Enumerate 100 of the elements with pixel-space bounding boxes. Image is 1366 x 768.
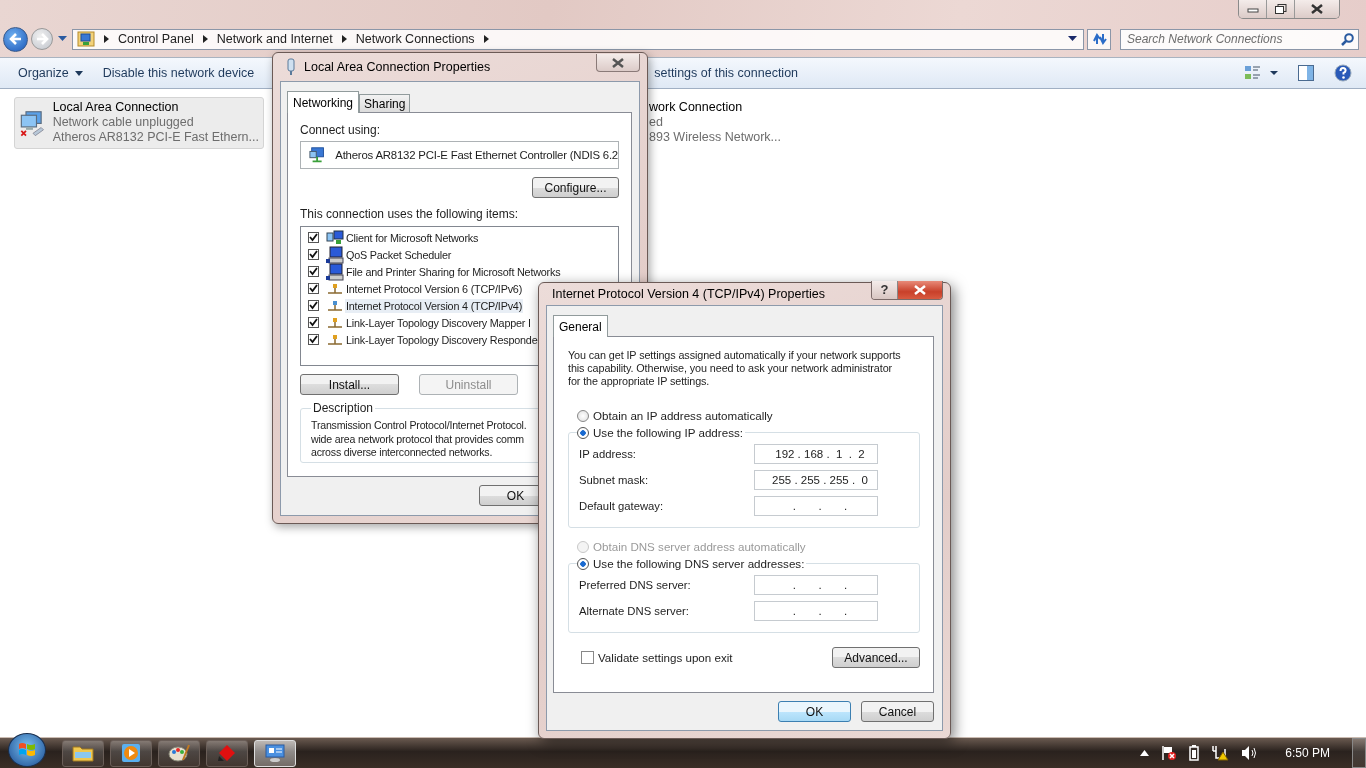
ip-address-field[interactable]: 192 . 168 . 1 . 2 — [754, 444, 878, 464]
forward-button[interactable] — [31, 28, 53, 50]
palette-icon — [168, 743, 190, 763]
dropdown-icon[interactable] — [1068, 36, 1077, 42]
list-item[interactable]: Link-Layer Topology Discovery Mapper I — [345, 315, 532, 330]
folder-icon — [72, 744, 94, 762]
arrow-left-icon — [8, 32, 23, 46]
toolbar-button[interactable]: settings of this connection — [654, 63, 809, 83]
adapter-name: Atheros AR8132 PCI-E Fast Ethern... — [52, 130, 259, 144]
checkbox[interactable] — [308, 317, 319, 328]
radio-button[interactable] — [577, 557, 589, 570]
close-icon — [912, 284, 928, 295]
preview-pane-icon[interactable] — [1298, 65, 1314, 81]
back-button[interactable] — [3, 26, 28, 52]
search-icon[interactable] — [1341, 32, 1354, 46]
ip-address-field[interactable]: . . . — [754, 601, 878, 621]
taskbar-button[interactable] — [62, 739, 104, 767]
checkbox[interactable] — [308, 266, 319, 277]
network-adapter-icon — [309, 146, 326, 164]
ip-address-field[interactable]: . . . — [754, 575, 878, 595]
computers-icon — [326, 229, 344, 246]
toolbar-button[interactable]: Disable this network device — [92, 63, 265, 83]
list-item[interactable]: Client for Microsoft Networks — [345, 230, 480, 245]
protocol-icon — [326, 333, 344, 346]
checkbox[interactable] — [308, 334, 319, 345]
breadcrumb-item[interactable]: Control Panel — [118, 32, 194, 46]
radio-button[interactable] — [577, 426, 589, 439]
configure-button[interactable]: Configure... — [532, 177, 619, 198]
refresh-icon — [1091, 32, 1107, 46]
connection-item[interactable]: Local Area Connection Network cable unplugged Atheros AR8132 PCI-E Fast Ethern... — [14, 97, 264, 149]
connection-name: Local Area Connection — [52, 100, 180, 114]
help-icon[interactable] — [1334, 64, 1352, 82]
organize-menu[interactable]: Organize — [8, 63, 93, 83]
history-dropdown-icon[interactable] — [58, 36, 67, 42]
minimize-icon — [1246, 5, 1259, 13]
list-item[interactable]: QoS Packet Scheduler — [345, 247, 453, 262]
radio-label[interactable]: Use the following IP address: — [593, 426, 743, 439]
battery-icon[interactable] — [1189, 745, 1200, 761]
radio-button[interactable] — [577, 409, 589, 422]
help-button[interactable]: ? — [872, 280, 898, 299]
arrow-right-icon — [35, 32, 49, 46]
ip-address-field[interactable]: . . . — [754, 496, 878, 516]
list-item[interactable]: Internet Protocol Version 4 (TCP/IPv4) — [345, 298, 524, 313]
dialog-title: Internet Protocol Version 4 (TCP/IPv4) Properties — [552, 287, 826, 301]
checkbox[interactable] — [308, 232, 319, 243]
checkbox[interactable] — [581, 651, 594, 664]
view-options-icon[interactable] — [1244, 65, 1278, 81]
protocol-icon — [326, 316, 344, 329]
checkbox-label[interactable]: Validate settings upon exit — [598, 651, 733, 664]
field-label: Default gateway: — [579, 500, 665, 512]
checkbox[interactable] — [308, 249, 319, 260]
checkbox[interactable] — [308, 300, 319, 311]
field-label: IP address: — [579, 448, 637, 460]
refresh-button[interactable] — [1087, 28, 1111, 50]
tab[interactable]: General — [553, 315, 608, 337]
dialog-button[interactable]: Cancel — [861, 701, 934, 722]
breadcrumb-item[interactable]: Network and Internet — [216, 32, 333, 46]
checkbox[interactable] — [308, 283, 319, 294]
clock[interactable]: 6:50 PM — [1285, 746, 1330, 760]
diamond-icon — [216, 744, 238, 762]
list-item[interactable]: Link-Layer Topology Discovery Responde — [345, 332, 539, 347]
monitor-icon — [264, 743, 286, 763]
ip-address-field[interactable]: 255 . 255 . 255 . 0 — [754, 470, 878, 490]
action-button[interactable]: Install... — [300, 374, 399, 395]
dialog-title: Local Area Connection Properties — [304, 60, 491, 74]
connection-item[interactable]: work Connection ed 893 Wireless Network... — [648, 97, 898, 149]
adapter-name: 893 Wireless Network... — [649, 130, 781, 144]
chevron-icon[interactable] — [202, 35, 208, 43]
radio-label[interactable]: Obtain an IP address automatically — [593, 409, 773, 422]
show-hidden-icons-icon[interactable] — [1140, 750, 1150, 756]
intro-text: You can get IP settings assigned automatically if your network supports this capability. Otherwise, you need to ask your network administrator for the appropriate IP settings. — [568, 349, 902, 388]
protocol-icon — [326, 282, 344, 295]
breadcrumb-item[interactable]: Network Connections — [355, 32, 475, 46]
chevron-icon[interactable] — [341, 35, 347, 43]
radio-label[interactable]: Use the following DNS server addresses: — [593, 557, 805, 570]
network-warning-icon[interactable] — [1211, 745, 1230, 761]
flag-warning-icon[interactable] — [1161, 745, 1178, 761]
taskbar-button[interactable] — [110, 739, 152, 767]
tab[interactable]: Sharing — [359, 94, 411, 112]
tab[interactable]: Networking — [287, 91, 360, 113]
restore-button[interactable] — [1267, 0, 1295, 18]
computer-icon — [326, 262, 344, 281]
close-icon — [610, 57, 626, 68]
address-bar[interactable]: Control Panel Network and Internet Network Connections — [72, 28, 1084, 50]
dialog-button[interactable]: OK — [778, 701, 851, 722]
chevron-icon[interactable] — [104, 35, 109, 43]
close-button[interactable] — [1295, 0, 1339, 18]
list-item[interactable]: File and Printer Sharing for Microsoft Networks — [345, 264, 562, 279]
restore-icon — [1274, 4, 1287, 14]
search-field[interactable]: Search Network Connections — [1120, 28, 1359, 50]
close-button[interactable] — [898, 280, 942, 299]
close-button[interactable] — [596, 54, 640, 72]
taskbar-button[interactable] — [158, 739, 200, 767]
start-button[interactable] — [8, 733, 46, 767]
list-item[interactable]: Internet Protocol Version 6 (TCP/IPv6) — [345, 281, 524, 296]
description-text: Transmission Control Protocol/Internet Protocol. wide area network protocol that provides comm across diverse interconnected networks. — [311, 419, 527, 460]
network-folder-icon — [77, 31, 95, 47]
chevron-icon[interactable] — [483, 35, 489, 43]
advanced-button[interactable]: Advanced... — [832, 647, 920, 668]
show-desktop-button[interactable] — [1352, 738, 1366, 768]
